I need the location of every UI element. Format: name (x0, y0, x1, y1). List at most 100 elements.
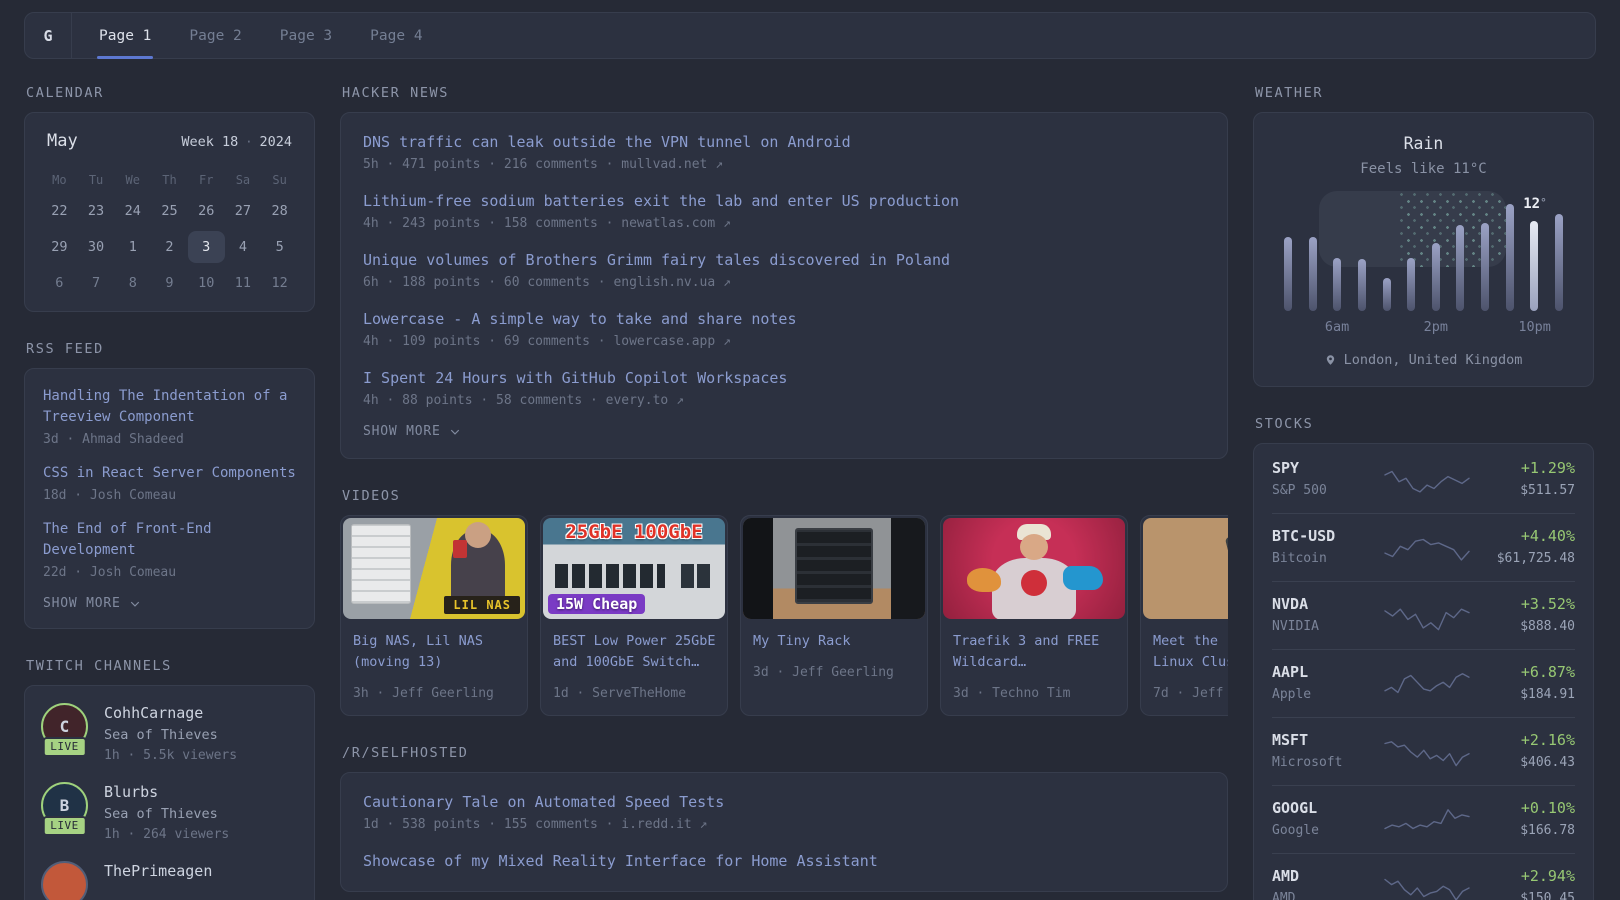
weather-bar (1554, 214, 1563, 311)
circuit-board-graphic (1224, 518, 1228, 601)
weather-bar-slot (1554, 201, 1563, 311)
hackernews-show-more-button[interactable]: SHOW MORE (363, 424, 1205, 439)
nav-tab-page-2[interactable]: Page 2 (170, 13, 260, 58)
stock-price: $888.40 (1520, 619, 1575, 634)
video-card[interactable]: Traefik 3 and FREE Wildcard… 3d · Techno T… (940, 515, 1128, 716)
video-title: and 100GbE Switch… (553, 654, 700, 670)
channel-name: ThePrimeagen (104, 862, 213, 880)
channel-avatar: B LIVE (41, 782, 88, 836)
reddit-item: Showcase of my Mixed Reality Interface f… (363, 851, 1205, 872)
weather-card: Rain Feels like 11°C 12° 6am 2pm 10pm Lond… (1253, 112, 1594, 387)
video-card[interactable]: My Tiny Rack 3d · Jeff Geerling (740, 515, 928, 716)
hackernews-item: I Spent 24 Hours with GitHub Copilot Wor… (363, 368, 1205, 408)
video-title: Wildcard… (953, 654, 1027, 670)
stock-sparkline (1378, 598, 1475, 632)
video-card[interactable]: FAS Meet the Linux Clus 7d · Jeff Ge (1140, 515, 1228, 716)
calendar-widget: CALENDAR May Week 18 · 2024 Mo Tu We Th Fr Sa Su… (24, 85, 315, 312)
hackernews-item: Unique volumes of Brothers Grimm fairy t… (363, 250, 1205, 290)
stock-values: +4.40% $61,725.48 (1475, 527, 1575, 566)
video-thumbnail: LIL NAS (343, 518, 525, 619)
stock-company-name: Google (1272, 823, 1319, 838)
top-navigation: G Page 1 Page 2 Page 3 Page 4 (24, 12, 1596, 59)
calendar-day-selected: 3 (187, 231, 225, 263)
hackernews-item-title[interactable]: I Spent 24 Hours with GitHub Copilot Wor… (363, 368, 1205, 389)
hackernews-header: HACKER NEWS (342, 85, 450, 101)
nav-tab-page-4[interactable]: Page 4 (351, 13, 441, 58)
weather-time-label: 10pm (1518, 319, 1551, 335)
rss-item: Handling The Indentation of a Treeview C… (43, 386, 296, 447)
app-logo[interactable]: G (25, 13, 72, 58)
video-info: My Tiny Rack 3d · Jeff Geerling (741, 621, 927, 694)
weather-bar-slot (1333, 201, 1342, 311)
videos-header: VIDEOS (342, 488, 401, 504)
video-thumbnail: FAS (1143, 518, 1228, 619)
stock-row-spy[interactable]: SPY S&P 500 +1.29% $511.57 (1272, 446, 1575, 513)
weather-bar-slot (1407, 201, 1416, 311)
stock-row-amd[interactable]: AMD AMD +2.94% $150.45 (1272, 853, 1575, 900)
stock-row-btc-usd[interactable]: BTC-USD Bitcoin +4.40% $61,725.48 (1272, 513, 1575, 581)
rss-item-meta: 3d · Ahmad Shadeed (43, 432, 184, 447)
stocks-card: SPY S&P 500 +1.29% $511.57 BTC-USD Bitcoin +4.… (1253, 443, 1594, 900)
hackernews-item-title[interactable]: Lithium-free sodium batteries exit the l… (363, 191, 1205, 212)
stock-symbol: BTC-USD (1272, 527, 1336, 545)
weather-header: WEATHER (1255, 85, 1324, 101)
stock-row-nvda[interactable]: NVDA NVIDIA +3.52% $888.40 (1272, 581, 1575, 649)
reddit-item-title[interactable]: Cautionary Tale on Automated Speed Tests (363, 792, 1205, 813)
weather-bar-slot (1505, 201, 1514, 311)
video-card[interactable]: 25GbE 100GbE 15W Cheap BEST Low Power 25Gb… (540, 515, 728, 716)
nav-tab-page-1[interactable]: Page 1 (80, 13, 170, 59)
rss-item-title[interactable]: CSS in React Server Components (43, 463, 296, 484)
hackernews-item-title[interactable]: Lowercase - A simple way to take and sha… (363, 309, 1205, 330)
stock-company-name: Bitcoin (1272, 551, 1327, 566)
weather-time-label: 2pm (1423, 319, 1449, 335)
calendar-day: 29 (51, 239, 68, 255)
stock-company-name: AMD (1272, 891, 1296, 900)
stock-price: $406.43 (1520, 755, 1575, 770)
rack-side-graphic (743, 518, 773, 619)
weather-bar (1284, 237, 1292, 311)
stock-id: AAPL Apple (1272, 663, 1378, 702)
nav-tab-page-3[interactable]: Page 3 (261, 13, 351, 58)
left-column: CALENDAR May Week 18 · 2024 Mo Tu We Th Fr Sa Su… (24, 85, 315, 900)
reddit-item-title[interactable]: Showcase of my Mixed Reality Interface f… (363, 851, 1205, 872)
calendar-days: 22 23 24 25 26 27 28 29 30 1 2 3 4 5 6 7 8 9 10 11 12 (41, 195, 298, 299)
hackernews-list: DNS traffic can leak outside the VPN tun… (363, 132, 1205, 408)
rss-show-more-button[interactable]: SHOW MORE (43, 596, 296, 611)
stock-row-msft[interactable]: MSFT Microsoft +2.16% $406.43 (1272, 717, 1575, 785)
stock-price: $61,725.48 (1496, 551, 1575, 566)
hackernews-item-meta: 6h · 188 points · 60 comments · english.… (363, 275, 731, 290)
weather-bar (1456, 225, 1465, 311)
rss-item-title[interactable]: The End of Front-End Development (43, 519, 296, 561)
calendar-day: 27 (234, 203, 252, 219)
person-head-graphic (465, 522, 491, 548)
stock-id: GOOGL Google (1272, 799, 1378, 838)
stock-id: NVDA NVIDIA (1272, 595, 1378, 634)
video-info: Meet the Linux Clus 7d · Jeff Ge (1141, 621, 1228, 715)
calendar-day: 9 (165, 275, 174, 291)
hackernews-item-title[interactable]: Unique volumes of Brothers Grimm fairy t… (363, 250, 1205, 271)
stock-row-aapl[interactable]: AAPL Apple +6.87% $184.91 (1272, 649, 1575, 717)
twitch-channel-theprimeagen[interactable]: ThePrimeagen (41, 861, 298, 900)
calendar-header: CALENDAR (26, 85, 104, 101)
stock-row-googl[interactable]: GOOGL Google +0.10% $166.78 (1272, 785, 1575, 853)
twitch-widget: TWITCH CHANNELS C LIVE CohhCarnage Sea of T… (24, 658, 315, 900)
stock-change: +3.52% (1520, 595, 1575, 613)
stock-price: $511.57 (1520, 483, 1575, 498)
stock-price: $166.78 (1520, 823, 1575, 838)
channel-name: Blurbs (104, 783, 159, 801)
stock-id: AMD AMD (1272, 867, 1378, 900)
video-thumbnail (743, 518, 925, 619)
rss-item-title[interactable]: Handling The Indentation of a Treeview C… (43, 386, 296, 428)
calendar-weekday: Su (272, 173, 287, 187)
dashboard-page: G Page 1 Page 2 Page 3 Page 4 CALENDAR May … (0, 0, 1620, 900)
hackernews-item-meta: 4h · 243 points · 158 comments · newatla… (363, 216, 731, 231)
channel-avatar: C LIVE (41, 703, 88, 757)
video-card[interactable]: LIL NAS Big NAS, Lil NAS (moving 13) 3h · J… (340, 515, 528, 716)
twitch-channel-cohhcarnage[interactable]: C LIVE CohhCarnage Sea of Thieves 1h · 5.5k … (41, 703, 298, 763)
hackernews-item-title[interactable]: DNS traffic can leak outside the VPN tun… (363, 132, 1205, 153)
hackernews-widget: HACKER NEWS DNS traffic can leak outside… (340, 85, 1228, 459)
calendar-weekday: Fr (198, 173, 214, 187)
twitch-channel-blurbs[interactable]: B LIVE Blurbs Sea of Thieves 1h · 264 viewer… (41, 782, 298, 842)
rss-item: The End of Front-End Development 22d · Jo… (43, 519, 296, 580)
weather-bar (1407, 258, 1416, 311)
